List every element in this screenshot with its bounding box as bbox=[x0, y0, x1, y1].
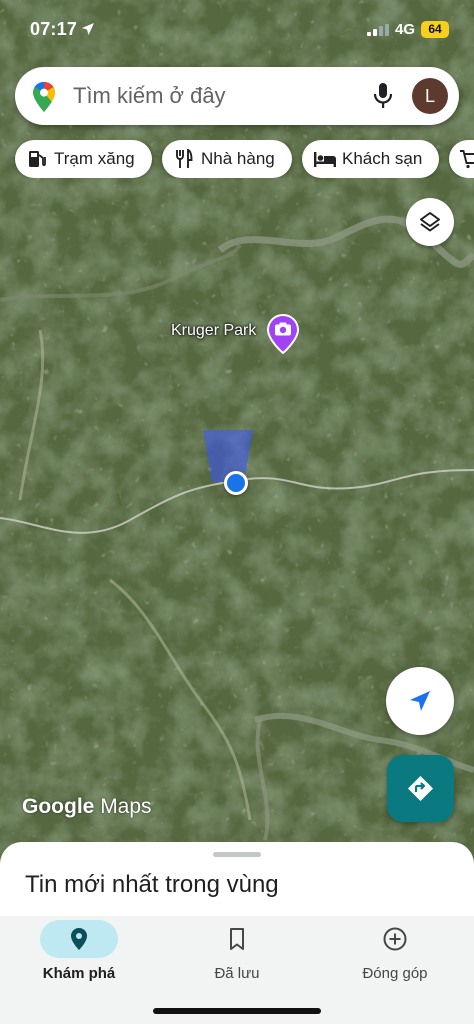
gas-station-icon bbox=[29, 151, 46, 167]
chip-shopping[interactable] bbox=[449, 140, 474, 178]
chip-restaurant[interactable]: Nhà hàng bbox=[162, 140, 292, 178]
my-location-button[interactable] bbox=[386, 667, 454, 735]
search-input[interactable]: Tìm kiếm ở đây bbox=[73, 83, 226, 109]
directions-icon bbox=[408, 776, 433, 801]
nav-label: Đã lưu bbox=[214, 965, 260, 982]
hotel-icon bbox=[314, 152, 336, 167]
location-arrow-icon bbox=[82, 23, 94, 35]
sheet-drag-handle[interactable] bbox=[213, 852, 261, 857]
chip-gas-station[interactable]: Trạm xăng bbox=[15, 140, 152, 178]
google-maps-logo-icon bbox=[33, 82, 55, 112]
battery-indicator: 64 bbox=[421, 21, 449, 38]
shopping-cart-icon bbox=[460, 150, 474, 169]
chip-label: Trạm xăng bbox=[54, 149, 135, 168]
watermark-brand: Google bbox=[22, 795, 95, 818]
nav-saved[interactable]: Đã lưu bbox=[158, 916, 316, 1006]
nav-explore[interactable]: Khám phá bbox=[0, 916, 158, 1006]
category-chips: Trạm xăng Nhà hàng Khách sạn bbox=[0, 140, 474, 178]
nav-label: Khám phá bbox=[42, 965, 116, 982]
explore-pin-icon bbox=[71, 928, 87, 950]
search-bar[interactable]: Tìm kiếm ở đây L bbox=[15, 67, 459, 125]
restaurant-icon bbox=[176, 149, 193, 168]
google-maps-watermark: Google Maps bbox=[22, 795, 152, 819]
camera-icon[interactable] bbox=[267, 314, 299, 354]
poi-label[interactable]: Kruger Park bbox=[171, 322, 256, 340]
layers-icon bbox=[420, 212, 440, 232]
nav-label: Đóng góp bbox=[362, 965, 428, 982]
navigation-arrow-icon bbox=[410, 691, 430, 711]
home-indicator bbox=[153, 1008, 321, 1014]
chip-label: Nhà hàng bbox=[201, 149, 275, 168]
status-bar: 07:17 4G 64 bbox=[0, 0, 474, 60]
cellular-signal-icon bbox=[367, 24, 389, 36]
status-time: 07:17 bbox=[30, 19, 78, 39]
bookmark-icon bbox=[230, 928, 244, 950]
watermark-product: Maps bbox=[100, 795, 152, 818]
directions-button[interactable] bbox=[387, 755, 454, 822]
account-avatar[interactable]: L bbox=[412, 78, 448, 114]
microphone-icon[interactable] bbox=[373, 82, 393, 110]
chip-hotel[interactable]: Khách sạn bbox=[302, 140, 439, 178]
chip-label: Khách sạn bbox=[342, 149, 423, 168]
sheet-title: Tin mới nhất trong vùng bbox=[25, 871, 279, 898]
nav-contribute[interactable]: Đóng góp bbox=[316, 916, 474, 1006]
add-circle-icon bbox=[383, 927, 407, 951]
network-type: 4G bbox=[395, 21, 416, 38]
current-location-dot bbox=[224, 471, 248, 495]
layers-button[interactable] bbox=[406, 198, 454, 246]
